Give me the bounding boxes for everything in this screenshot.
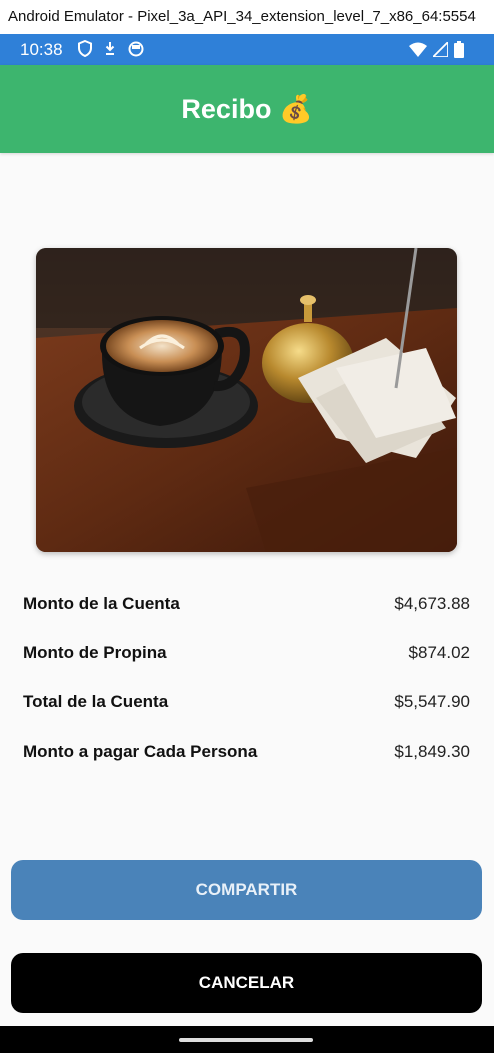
wifi-icon bbox=[409, 42, 427, 62]
cancel-button[interactable]: CANCELAR bbox=[11, 953, 482, 1013]
status-bar: 10:38 bbox=[0, 34, 494, 65]
summary-value: $5,547.90 bbox=[394, 692, 470, 711]
app-bar: Recibo 💰 bbox=[0, 65, 494, 153]
status-time: 10:38 bbox=[20, 40, 63, 59]
summary-value: $874.02 bbox=[408, 643, 470, 662]
summary-row-tip: Monto de Propina $874.02 bbox=[23, 639, 470, 669]
share-button[interactable]: COMPARTIR bbox=[11, 860, 482, 920]
summary-label: Monto de Propina bbox=[23, 643, 167, 662]
page-title: Recibo 💰 bbox=[181, 94, 313, 124]
summary-value: $1,849.30 bbox=[394, 742, 470, 761]
summary-row-per-person: Monto a pagar Cada Persona $1,849.30 bbox=[23, 738, 470, 768]
window-title: Android Emulator - Pixel_3a_API_34_exten… bbox=[0, 0, 494, 34]
home-gesture-handle[interactable] bbox=[179, 1038, 313, 1042]
summary-label: Monto a pagar Cada Persona bbox=[23, 742, 258, 761]
summary-label: Total de la Cuenta bbox=[23, 692, 169, 711]
download-icon bbox=[104, 41, 116, 61]
signal-icon bbox=[430, 39, 449, 62]
summary-label: Monto de la Cuenta bbox=[23, 594, 180, 613]
battery-icon bbox=[454, 41, 464, 63]
summary-row-bill: Monto de la Cuenta $4,673.88 bbox=[23, 590, 470, 620]
circle-app-icon bbox=[128, 41, 144, 62]
navigation-bar bbox=[0, 1026, 494, 1053]
shield-icon bbox=[78, 39, 92, 62]
coffee-receipt-photo bbox=[36, 248, 457, 552]
summary-value: $4,673.88 bbox=[394, 594, 470, 613]
summary-row-total: Total de la Cuenta $5,547.90 bbox=[23, 688, 470, 718]
